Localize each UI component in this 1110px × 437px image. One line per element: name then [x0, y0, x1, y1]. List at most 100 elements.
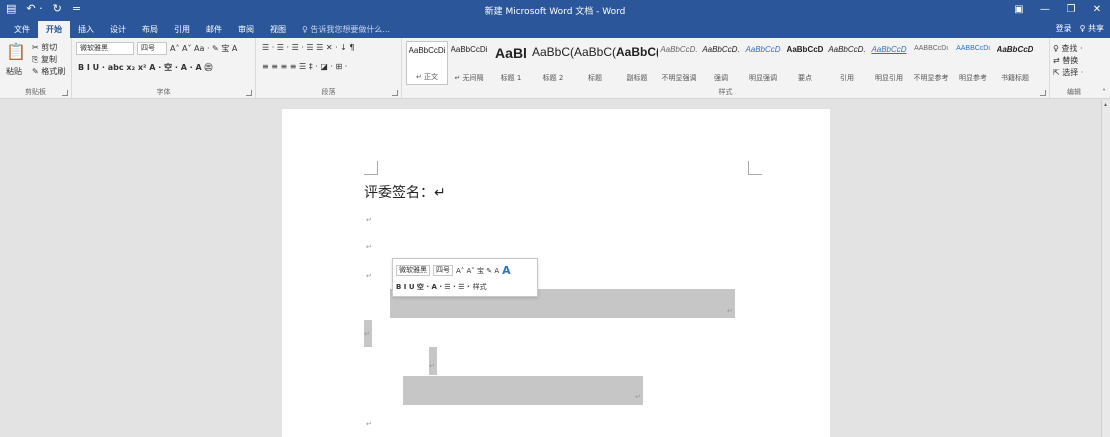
style-preview: AaBl — [495, 45, 527, 61]
paragraph-mark: ↵ — [366, 420, 372, 428]
style-preview: AaBbC( — [574, 45, 616, 59]
copy-button[interactable]: ⎘ 复制 — [32, 54, 57, 65]
paragraph-launcher-icon[interactable] — [392, 90, 398, 96]
font-launcher-icon[interactable] — [246, 90, 252, 96]
style-preview: AaBbCcD. — [828, 45, 866, 54]
font-size-combo[interactable]: 四号 — [137, 42, 167, 55]
tab-file[interactable]: 文件 — [6, 21, 38, 38]
text-box-shaded[interactable] — [403, 376, 643, 405]
share-button[interactable]: ♀ 共享 — [1080, 23, 1104, 34]
style-intense-reference[interactable]: AABBCcDi 明显参考 — [952, 41, 994, 85]
style-name: 不明显参考 — [913, 74, 949, 82]
style-preview: AaBbCcD — [996, 45, 1034, 54]
mini-format-tools[interactable]: B I U 空 · A · ☰ · ☰ · — [396, 282, 470, 292]
style-heading-2[interactable]: AaBbC( 标题 2 — [532, 41, 574, 85]
clipboard-group-label: 剪贴板 — [25, 88, 46, 96]
window-title: 新建 Microsoft Word 文档 - Word — [484, 7, 626, 17]
font-group-label: 字体 — [156, 88, 171, 96]
tab-layout[interactable]: 布局 — [134, 21, 166, 38]
style-name: 标题 1 — [500, 74, 522, 82]
paragraph-group: ☰ · ☰ · ☰ · ☰ ☰ ✕ · ↓ ¶ ≡ ≡ ≡ ≡ ☰ ‡ · ◪ … — [256, 38, 402, 99]
mini-font-name-combo[interactable]: 微软雅黑 — [396, 265, 430, 276]
style-name: 引用 — [840, 74, 854, 82]
font-row1-tools[interactable]: A˄ A˅ Aa · ✎ 宝 A — [170, 43, 237, 54]
ribbon-tab-bar: 文件 开始 插入 设计 布局 引用 邮件 审阅 视图 ♀ 告诉我您想要做什么..… — [0, 19, 1110, 38]
style-preview: AaBbCcD. — [702, 45, 740, 54]
font-row2-tools[interactable]: B I U · abc x₂ x² A · 空 · A · A ㊂ — [78, 62, 213, 73]
style-preview: AaBbCcDi — [408, 46, 446, 55]
style-preview: AaBbCcD — [786, 45, 824, 54]
style-heading-1[interactable]: AaBl 标题 1 — [490, 41, 532, 85]
style-preview: AaBbC( — [532, 45, 574, 59]
tab-review[interactable]: 审阅 — [230, 21, 262, 38]
style-preview: AaBbCcDi — [450, 45, 488, 54]
margin-corner-top-left — [364, 161, 378, 175]
mini-styles-button[interactable]: 样式 — [473, 282, 487, 292]
tab-home[interactable]: 开始 — [38, 21, 70, 38]
styles-pane-icon[interactable]: A — [502, 264, 511, 277]
style-name: 明显强调 — [749, 74, 777, 82]
style-name: 明显参考 — [959, 74, 987, 82]
styles-launcher-icon[interactable] — [1040, 90, 1046, 96]
style-intense-emphasis[interactable]: AaBbCcD 明显强调 — [742, 41, 784, 85]
tab-design[interactable]: 设计 — [102, 21, 134, 38]
style-intense-quote[interactable]: AaBbCcD 明显引用 — [868, 41, 910, 85]
font-group: 微软雅黑 四号 A˄ A˅ Aa · ✎ 宝 A B I U · abc x₂ … — [72, 38, 256, 99]
paste-button[interactable]: 粘贴 — [6, 66, 22, 77]
style-normal[interactable]: AaBbCcDi ↵ 正文 — [406, 41, 448, 85]
replace-button[interactable]: ⇄ 替换 — [1053, 55, 1078, 66]
mini-toolbar-row2: B I U 空 · A · ☰ · ☰ · 样式 — [396, 282, 487, 292]
style-preview: AaBbCcD — [871, 45, 907, 54]
tab-references[interactable]: 引用 — [166, 21, 198, 38]
font-name-combo[interactable]: 微软雅黑 — [76, 42, 134, 55]
tab-mailings[interactable]: 邮件 — [198, 21, 230, 38]
style-name: 标题 — [588, 74, 602, 82]
style-name: 要点 — [798, 74, 812, 82]
style-strong[interactable]: AaBbCcD 要点 — [784, 41, 826, 85]
judge-signature-line[interactable]: 评委签名：↵ — [364, 182, 446, 202]
format-painter-button[interactable]: ✎ 格式刷 — [32, 66, 65, 77]
select-button[interactable]: ⇱ 选择 · — [1053, 67, 1083, 78]
ribbon-display-options-button[interactable]: ▣ — [1006, 0, 1032, 19]
style-title[interactable]: AaBbC( 标题 — [574, 41, 616, 85]
paste-icon[interactable]: 📋 — [6, 42, 26, 61]
tab-view[interactable]: 视图 — [262, 21, 294, 38]
style-subtle-emphasis[interactable]: AaBbCcD. 不明显强调 — [658, 41, 700, 85]
style-subtle-reference[interactable]: AABBCcDi 不明显参考 — [910, 41, 952, 85]
style-emphasis[interactable]: AaBbCcD. 强调 — [700, 41, 742, 85]
mini-toolbar-row1: 微软雅黑 四号 A˄ A˅ 宝 ✎ A A — [396, 264, 511, 277]
editing-group-label: 编辑 — [1067, 88, 1081, 96]
style-preview: AaBbC( — [616, 45, 658, 59]
editing-group: ♀ 查找 · ⇄ 替换 ⇱ 选择 · 编辑 — [1050, 38, 1098, 99]
restore-button[interactable]: ❐ — [1058, 0, 1084, 19]
window-controls: ▣ — ❐ ✕ — [1006, 0, 1110, 19]
scroll-up-icon[interactable]: ▴ — [1102, 101, 1109, 110]
mini-font-size-combo[interactable]: 四号 — [433, 265, 453, 276]
mini-font-tools[interactable]: A˄ A˅ 宝 ✎ A — [456, 266, 499, 276]
styles-gallery: AaBbCcDi ↵ 正文 AaBbCcDi ↵ 无间隔 AaBl 标题 1 A… — [406, 41, 1036, 85]
style-book-title[interactable]: AaBbCcD 书籍标题 — [994, 41, 1036, 85]
style-name: ↵ 正文 — [415, 73, 439, 81]
style-no-spacing[interactable]: AaBbCcDi ↵ 无间隔 — [448, 41, 490, 85]
signin-link[interactable]: 登录 — [1056, 23, 1072, 34]
paragraph-row1-tools[interactable]: ☰ · ☰ · ☰ · ☰ ☰ ✕ · ↓ ¶ — [262, 43, 355, 52]
paragraph-mark: ↵ — [429, 362, 435, 370]
find-button[interactable]: ♀ 查找 · — [1053, 43, 1083, 54]
collapse-ribbon-icon[interactable]: ˄ — [1102, 88, 1106, 97]
clipboard-group: 📋 粘贴 ✂ 剪切 ⎘ 复制 ✎ 格式刷 剪贴板 — [0, 38, 72, 99]
title-bar: ▤ ↶ · ↻ = 新建 Microsoft Word 文档 - Word ▣ … — [0, 0, 1110, 19]
shaded-paragraph-marker[interactable] — [429, 347, 437, 375]
tell-me-search[interactable]: ♀ 告诉我您想要做什么... — [294, 21, 398, 38]
vertical-scrollbar[interactable] — [1101, 100, 1110, 437]
style-name: 强调 — [714, 74, 728, 82]
clipboard-launcher-icon[interactable] — [62, 90, 68, 96]
close-button[interactable]: ✕ — [1084, 0, 1110, 19]
style-quote[interactable]: AaBbCcD. 引用 — [826, 41, 868, 85]
style-name: 标题 2 — [542, 74, 564, 82]
ribbon: 📋 粘贴 ✂ 剪切 ⎘ 复制 ✎ 格式刷 剪贴板 微软雅黑 四号 A˄ A˅ A… — [0, 38, 1110, 99]
minimize-button[interactable]: — — [1032, 0, 1058, 19]
tab-insert[interactable]: 插入 — [70, 21, 102, 38]
style-subtitle[interactable]: AaBbC( 副标题 — [616, 41, 658, 85]
cut-button[interactable]: ✂ 剪切 — [32, 42, 57, 53]
paragraph-row2-tools[interactable]: ≡ ≡ ≡ ≡ ☰ ‡ · ◪ · ⊞ · — [262, 62, 347, 71]
